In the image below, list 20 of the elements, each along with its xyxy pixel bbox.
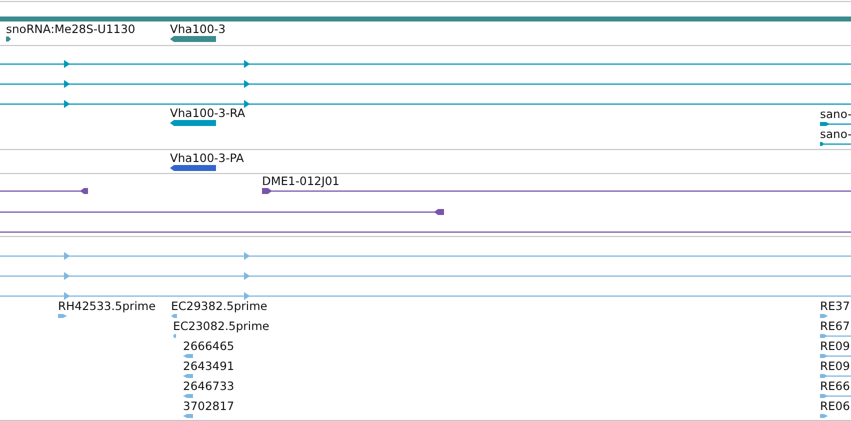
feature-label: snoRNA:Me28S-U1130 (6, 22, 136, 36)
feature-label: EC23082.5prime (173, 319, 270, 333)
feature-label: DME1-012J01 (262, 174, 340, 188)
feature-label: RE37 (820, 299, 850, 313)
feature-label: Vha100-3-PA (170, 151, 244, 165)
feature-label: 3702817 (183, 399, 234, 413)
feature-label: RE06 (820, 399, 850, 413)
feature-label: Vha100-3-RA (170, 106, 246, 120)
feature-label: EC29382.5prime (171, 299, 268, 313)
feature-label: RE66 (820, 379, 850, 393)
feature-label: 2666465 (183, 339, 234, 353)
feature-label: sano- (820, 107, 851, 121)
feature-label: RH42533.5prime (58, 299, 156, 313)
feature-label: RE67 (820, 319, 850, 333)
feature-label: Vha100-3 (170, 22, 226, 36)
feature-label: 2643491 (183, 359, 234, 373)
feature-label: sano- (820, 127, 851, 141)
feature-label: 2646733 (183, 379, 234, 393)
feature-label: RE09 (820, 359, 850, 373)
feature-label: RE09 (820, 339, 850, 353)
